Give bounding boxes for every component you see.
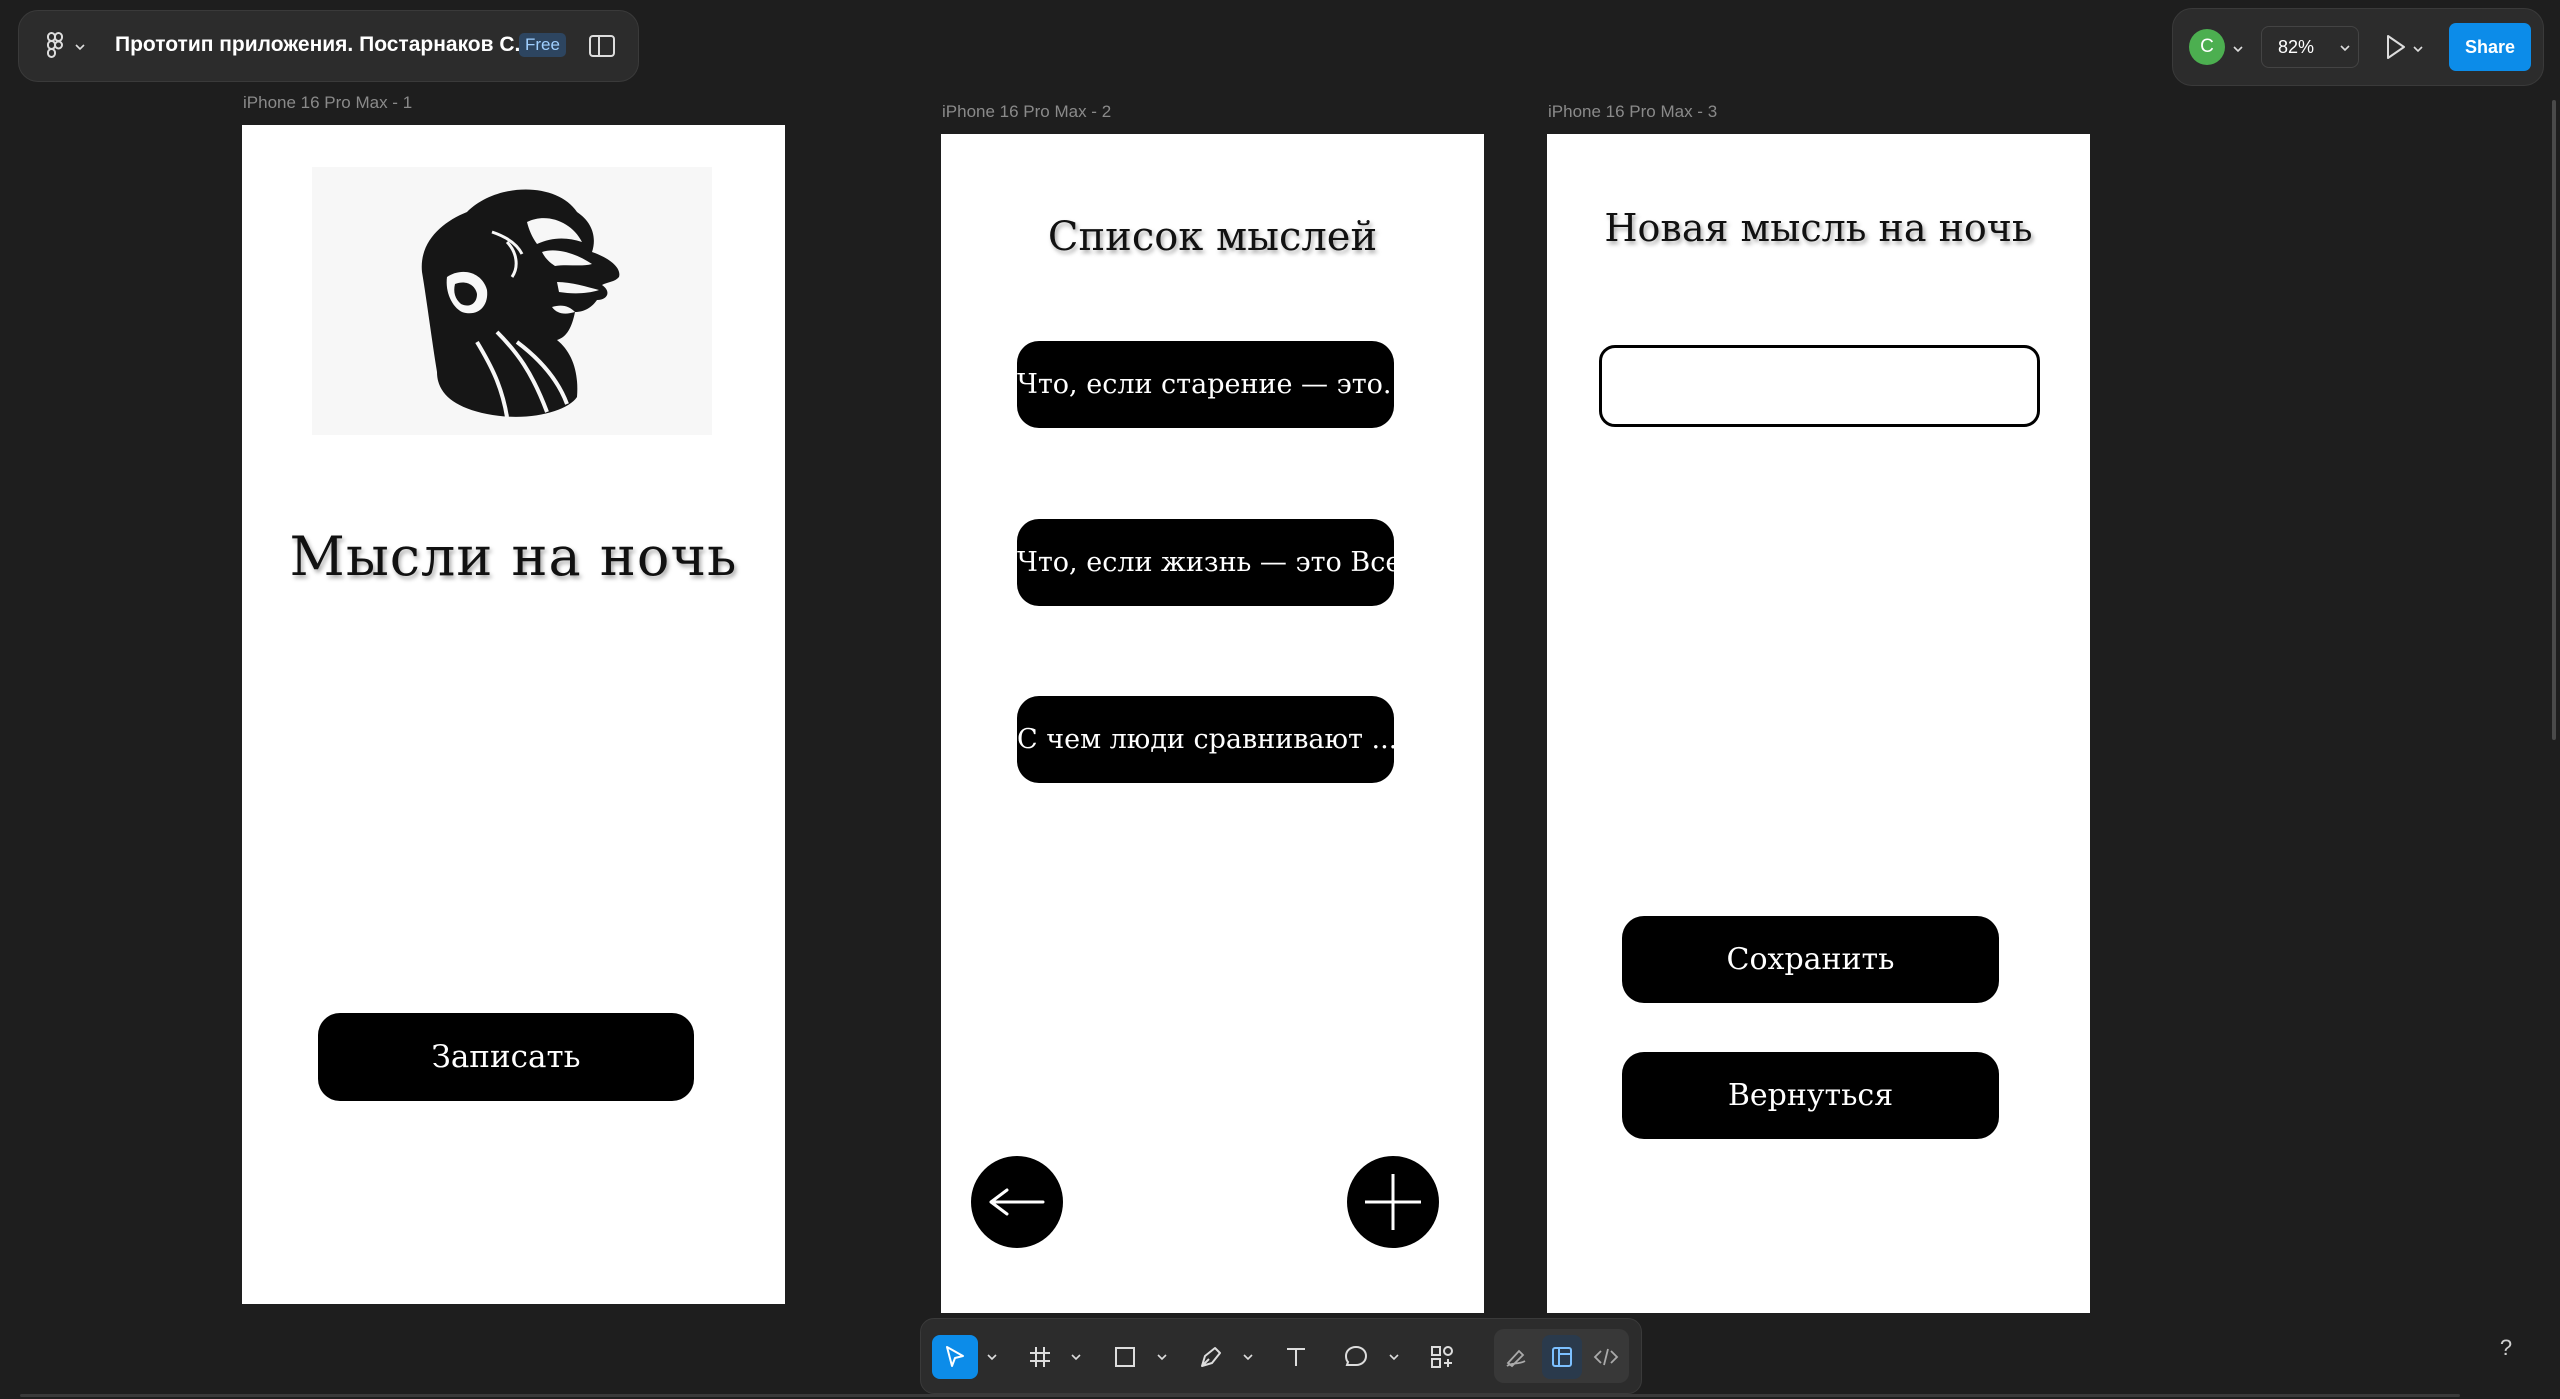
- move-tool-menu[interactable]: [982, 1335, 1002, 1379]
- new-thought-title: Новая мысль на ночь: [1604, 206, 2033, 250]
- chevron-down-icon: [2340, 45, 2350, 52]
- chevron-down-icon: [1157, 1354, 1167, 1361]
- cursor-icon: [946, 1346, 964, 1367]
- pen-tool[interactable]: [1191, 1335, 1231, 1379]
- plus-icon: [1365, 1174, 1421, 1230]
- horizontal-scrollbar[interactable]: [20, 1394, 2460, 1397]
- zoom-value: 82%: [2278, 37, 2315, 57]
- dev-mode[interactable]: [1586, 1335, 1626, 1379]
- chevron-down-icon: [1389, 1354, 1399, 1361]
- help-button[interactable]: ?: [2488, 1330, 2524, 1366]
- chevron-down-icon: [1243, 1354, 1253, 1361]
- file-title[interactable]: Прототип приложения. Постарнаков С.В: [115, 33, 536, 57]
- chevron-down-icon: [1071, 1354, 1081, 1361]
- frame-label-3[interactable]: iPhone 16 Pro Max - 3: [1548, 102, 1717, 122]
- comment-tool-menu[interactable]: [1384, 1335, 1404, 1379]
- design-mode[interactable]: [1542, 1335, 1582, 1379]
- figma-menu-button[interactable]: [39, 31, 109, 61]
- zoom-control[interactable]: 82%: [2261, 26, 2359, 68]
- code-icon: [1593, 1348, 1619, 1366]
- components-icon: [1431, 1346, 1453, 1368]
- thought-item[interactable]: Что, если старение — это...: [1017, 341, 1394, 428]
- return-button-label: Вернуться: [1727, 1078, 1894, 1113]
- design-icon: [1552, 1347, 1572, 1367]
- phone-frame-1[interactable]: Мысли на ночь Записать: [242, 125, 785, 1304]
- play-icon[interactable]: [2385, 34, 2407, 60]
- move-tool[interactable]: [932, 1335, 978, 1379]
- app-title: Мысли на ночь: [289, 525, 738, 588]
- frame-tool-menu[interactable]: [1066, 1335, 1086, 1379]
- chevron-down-icon: [987, 1354, 997, 1361]
- vertical-scrollbar[interactable]: [2552, 100, 2556, 740]
- comment-tool[interactable]: [1336, 1335, 1376, 1379]
- rectangle-tool-menu[interactable]: [1152, 1335, 1172, 1379]
- rectangle-icon: [1115, 1347, 1135, 1367]
- sidebar-toggle-icon[interactable]: [589, 35, 615, 57]
- text-icon: [1287, 1348, 1305, 1366]
- file-panel: Прототип приложения. Постарнаков С.В Fre…: [18, 10, 639, 82]
- draw-icon: [1506, 1349, 1526, 1368]
- pen-tool-menu[interactable]: [1238, 1335, 1258, 1379]
- pen-icon: [1201, 1347, 1221, 1367]
- frame-label-1[interactable]: iPhone 16 Pro Max - 1: [243, 93, 412, 113]
- comment-icon: [1344, 1345, 1368, 1366]
- thought-item[interactable]: Что, если жизнь — это Все...: [1017, 519, 1394, 606]
- record-button-label: Записать: [431, 1039, 581, 1075]
- chevron-down-icon[interactable]: [2413, 45, 2423, 53]
- list-title: Список мыслей: [1047, 214, 1378, 260]
- frame-label-2[interactable]: iPhone 16 Pro Max - 2: [942, 102, 1111, 122]
- figma-logo-icon: [47, 32, 63, 58]
- thought-item-label: Что, если старение — это...: [1017, 369, 1394, 400]
- phone-frame-3[interactable]: Новая мысль на ночь Сохранить Вернуться: [1547, 134, 2090, 1313]
- share-label: Share: [2464, 37, 2516, 57]
- rectangle-tool[interactable]: [1105, 1335, 1145, 1379]
- return-button[interactable]: Вернуться: [1622, 1052, 1999, 1139]
- avatar[interactable]: C: [2189, 29, 2225, 65]
- save-button-label: Сохранить: [1726, 942, 1895, 977]
- thought-item-label: Что, если жизнь — это Все...: [1017, 547, 1394, 578]
- phone-frame-2[interactable]: Список мыслей Что, если старение — это..…: [941, 134, 1484, 1313]
- monkey-logo-image: [421, 189, 620, 418]
- chevron-down-icon: [75, 44, 85, 51]
- draw-mode[interactable]: [1496, 1335, 1536, 1379]
- help-label: ?: [2499, 1335, 2513, 1360]
- save-button[interactable]: Сохранить: [1622, 916, 1999, 1003]
- record-button[interactable]: Записать: [318, 1013, 694, 1101]
- thought-item-label: С чем люди сравнивают ...: [1017, 724, 1394, 755]
- add-circle-button[interactable]: [1347, 1156, 1439, 1248]
- plan-badge: Free: [519, 33, 566, 57]
- avatar-initial: C: [2200, 36, 2214, 57]
- hash-frame-icon: [1030, 1347, 1050, 1367]
- text-tool[interactable]: [1276, 1335, 1316, 1379]
- share-panel: C 82% Share: [2172, 8, 2544, 86]
- chevron-down-icon[interactable]: [2233, 45, 2243, 53]
- thought-input[interactable]: [1599, 345, 2040, 427]
- share-button[interactable]: Share: [2449, 23, 2531, 71]
- assets-tool[interactable]: [1422, 1335, 1462, 1379]
- arrow-left-icon: [989, 1188, 1045, 1216]
- thought-item[interactable]: С чем люди сравнивают ...: [1017, 696, 1394, 783]
- frame-tool[interactable]: [1020, 1335, 1060, 1379]
- back-circle-button[interactable]: [971, 1156, 1063, 1248]
